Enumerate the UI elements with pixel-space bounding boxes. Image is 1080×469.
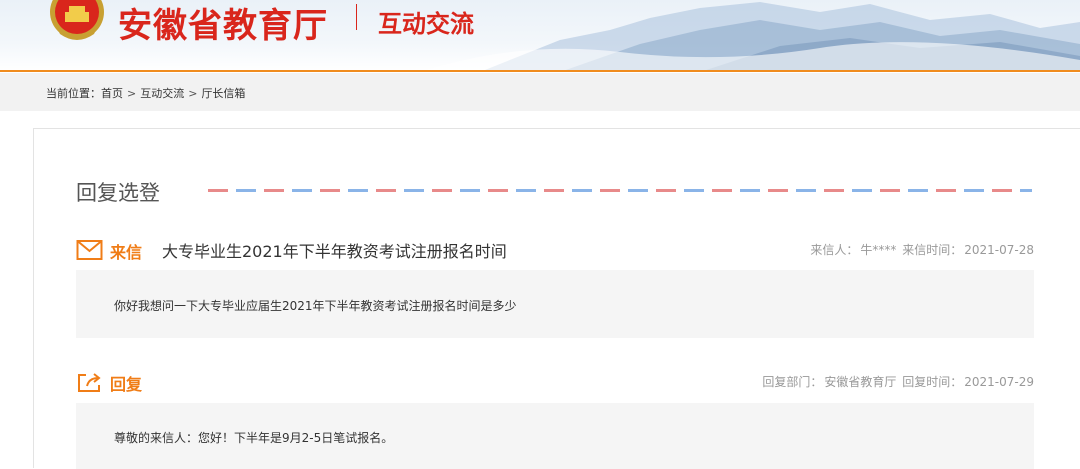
letter-tag: 来信 bbox=[110, 243, 143, 262]
breadcrumb-bar: 当前位置：首页 > 互动交流 > 厅长信箱 bbox=[0, 73, 1080, 111]
reply-body-panel: 尊敬的来信人：您好！下半年是9月2-5日笔试报名。 bbox=[76, 403, 1034, 469]
breadcrumb-separator: > bbox=[188, 87, 198, 100]
letter-body-panel: 你好我想问一下大专毕业应届生2021年下半年教资考试注册报名时间是多少 bbox=[76, 270, 1034, 338]
reply-share-icon bbox=[78, 373, 101, 392]
breadcrumb-interaction-link[interactable]: 互动交流 bbox=[140, 87, 184, 100]
reply-date-value: 2021-07-29 bbox=[964, 375, 1034, 389]
national-emblem-icon bbox=[50, 0, 104, 40]
sender-value: 牛**** bbox=[860, 243, 897, 257]
card-title: 回复选登 bbox=[76, 181, 160, 205]
reply-header: 回复 回复部门： 安徽省教育厅 回复时间： 2021-07-29 bbox=[76, 370, 1034, 394]
title-divider bbox=[356, 4, 357, 30]
reply-body-text: 尊敬的来信人：您好！下半年是9月2-5日笔试报名。 bbox=[114, 431, 394, 445]
envelope-icon bbox=[76, 240, 103, 260]
reply-dept-label: 回复部门： bbox=[762, 375, 823, 389]
letter-meta: 来信人： 牛**** 来信时间： 2021-07-28 bbox=[808, 241, 1034, 258]
letter-date-value: 2021-07-28 bbox=[964, 243, 1034, 257]
letter-date-label: 来信时间： bbox=[902, 243, 963, 257]
section-title[interactable]: 互动交流 bbox=[378, 4, 474, 39]
reply-tag: 回复 bbox=[110, 375, 143, 394]
reply-meta: 回复部门： 安徽省教育厅 回复时间： 2021-07-29 bbox=[760, 373, 1034, 390]
breadcrumb: 当前位置：首页 > 互动交流 > 厅长信箱 bbox=[46, 85, 245, 101]
site-header: 安徽省教育厅 互动交流 bbox=[0, 0, 1080, 72]
letter-body-text: 你好我想问一下大专毕业应届生2021年下半年教资考试注册报名时间是多少 bbox=[114, 299, 517, 313]
breadcrumb-home-link[interactable]: 首页 bbox=[101, 87, 123, 100]
content-card: 回复选登 来信 大专毕业生2021年下半年教资考试注册报名时间 来信人： 牛***… bbox=[33, 128, 1080, 469]
letter-header: 来信 大专毕业生2021年下半年教资考试注册报名时间 来信人： 牛**** 来信时… bbox=[76, 238, 1034, 262]
breadcrumb-separator: > bbox=[127, 87, 137, 100]
site-title[interactable]: 安徽省教育厅 bbox=[118, 0, 328, 47]
header-accent-bar bbox=[0, 70, 1080, 72]
sender-label: 来信人： bbox=[810, 243, 859, 257]
reply-date-label: 回复时间： bbox=[902, 375, 963, 389]
breadcrumb-mailbox-link[interactable]: 厅长信箱 bbox=[201, 87, 245, 100]
letter-subject: 大专毕业生2021年下半年教资考试注册报名时间 bbox=[162, 242, 507, 261]
breadcrumb-prefix: 当前位置： bbox=[46, 87, 101, 100]
airmail-divider bbox=[208, 189, 1032, 192]
reply-dept-value: 安徽省教育厅 bbox=[824, 375, 897, 389]
